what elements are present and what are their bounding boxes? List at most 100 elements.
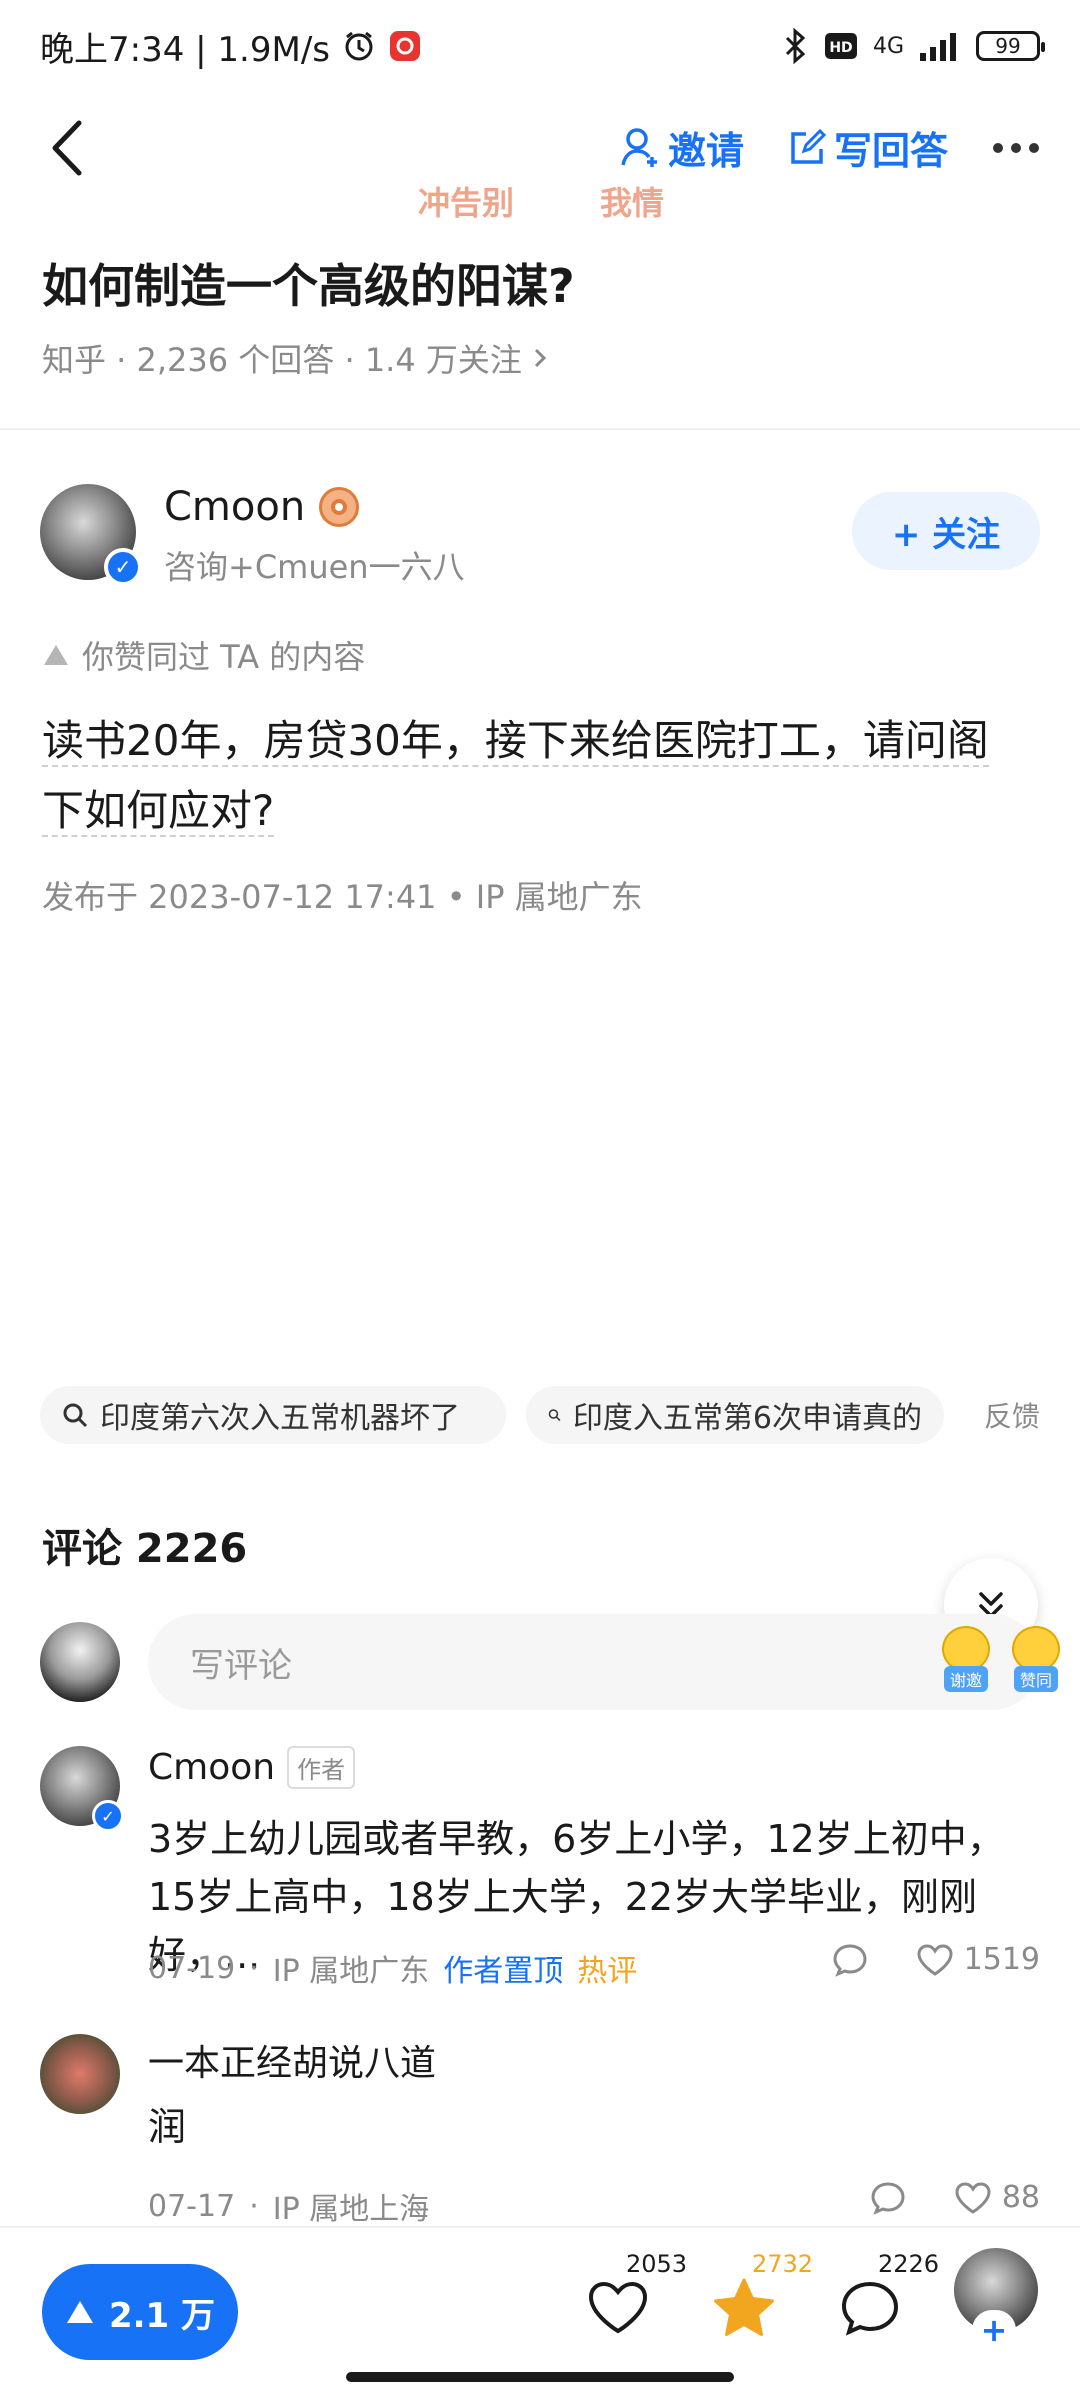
search-icon: [548, 1409, 561, 1421]
triangle-upvote-icon: [44, 645, 68, 665]
comment-date: 07-17: [148, 2188, 236, 2224]
like-count: 1519: [963, 1942, 1040, 1977]
netease-music-icon: [388, 29, 422, 63]
author-tag: 作者: [287, 1746, 356, 1789]
upvote-triangle-icon: [66, 2301, 93, 2323]
search-chip[interactable]: 印度入五常第6次申请真的: [526, 1386, 944, 1444]
write-answer-label: 写回答: [833, 129, 948, 173]
author-description: 咨询+Cmuen一六八: [164, 548, 465, 586]
comment-actions: 1519: [832, 1942, 1040, 1977]
search-chip-label: 印度入五常第6次申请真的: [572, 1401, 922, 1436]
plus-icon: +: [972, 2310, 1016, 2350]
meta-separator: ·: [249, 2188, 259, 2224]
comment-text[interactable]: 润: [148, 2098, 1040, 2156]
like-button[interactable]: 88: [954, 2180, 1040, 2215]
svg-text:HD: HD: [829, 40, 852, 56]
hot-label: 热评: [577, 1954, 638, 1989]
feedback-link[interactable]: 反馈: [984, 1395, 1040, 1435]
comment-avatar[interactable]: [40, 2034, 120, 2114]
question-title[interactable]: 如何制造一个高级的阳谋?: [42, 250, 575, 316]
more-dots-icon: [993, 142, 1039, 153]
status-bar: 晚上7:34 | 1.9M/s HD 4G 99: [0, 0, 1080, 92]
emoji-tag: 谢邀: [943, 1666, 988, 1692]
battery-icon: 99: [976, 31, 1045, 61]
author-name-row[interactable]: Cmoon: [164, 484, 360, 530]
comment-ip: IP 属地广东: [272, 1954, 430, 1989]
verified-badge-icon: ✓: [104, 548, 142, 586]
question-meta-text: 知乎 · 2,236 个回答 · 1.4 万关注: [42, 341, 522, 379]
upvote-button[interactable]: 2.1 万: [42, 2264, 238, 2360]
comments-title: 评论 2226: [42, 1526, 248, 1572]
comment-ip: IP 属地上海: [272, 2192, 430, 2227]
comment-input-row: 写评论 谢邀 赞同: [40, 1614, 1060, 1710]
author-avatar[interactable]: ✓: [40, 484, 142, 586]
comment-count: 2226: [878, 2250, 940, 2278]
eye-badge-icon: [319, 487, 360, 527]
author-avatar-follow[interactable]: +: [954, 2248, 1038, 2350]
search-chip-label: 印度第六次入五常机器坏了: [100, 1401, 460, 1436]
comment-author-name[interactable]: 一本正经胡说八道: [148, 2034, 436, 2086]
liked-note-text: 你赞同过 TA 的内容: [82, 638, 366, 676]
upvote-count: 2.1 万: [108, 2295, 216, 2336]
comment-name-row: Cmoon 作者: [148, 1746, 356, 1789]
back-button[interactable]: [36, 118, 96, 178]
like-button[interactable]: 2053: [578, 2250, 687, 2348]
comment-meta: 07-19 · IP 属地广东 作者置顶 热评: [148, 1946, 637, 1990]
heart-icon: [588, 2281, 648, 2334]
network-type: 4G: [872, 33, 904, 59]
reply-bubble-icon[interactable]: [832, 1943, 868, 1977]
hd-icon: HD: [824, 33, 857, 59]
like-count: 2053: [626, 2250, 688, 2278]
verified-badge-icon: ✓: [92, 1800, 124, 1832]
emoji-tag: 赞同: [1013, 1666, 1058, 1692]
status-right: HD 4G 99: [781, 28, 1045, 64]
status-left: 晚上7:34 | 1.9M/s: [40, 22, 422, 71]
write-answer-button[interactable]: 写回答: [788, 120, 948, 175]
answer-body: 读书20年，房贷30年，接下来给医院打工，请问阁下如何应对?: [42, 706, 1022, 846]
section-divider: [0, 428, 1080, 430]
status-time-speed: 晚上7:34 | 1.9M/s: [40, 29, 330, 70]
comment-author-name[interactable]: Cmoon: [148, 1747, 275, 1788]
publish-info: 发布于 2023-07-12 17:41 • IP 属地广东: [42, 878, 643, 916]
like-count: 88: [1001, 2180, 1040, 2215]
comment-date: 07-19: [148, 1950, 236, 1986]
signal-icon: [920, 31, 960, 61]
ticker-text-left: 冲告别: [418, 184, 515, 222]
comment-input-placeholder: 写评论: [190, 1645, 292, 1686]
follow-button[interactable]: + 关注: [852, 492, 1040, 570]
favorite-button[interactable]: 2732: [704, 2250, 813, 2348]
comment-actions: 88: [870, 2180, 1040, 2215]
search-chip[interactable]: 印度第六次入五常机器坏了: [40, 1386, 506, 1444]
invite-button[interactable]: 邀请: [620, 120, 744, 175]
star-icon: [714, 2278, 774, 2336]
comment-meta: 07-17 · IP 属地上海: [148, 2184, 429, 2228]
heart-icon: [955, 2181, 991, 2214]
comment-bubble-icon: [841, 2281, 899, 2336]
alarm-icon: [342, 29, 376, 63]
heart-icon: [917, 1943, 953, 1976]
nav-actions: 邀请 写回答: [620, 120, 1040, 175]
more-button[interactable]: [992, 142, 1040, 154]
pinned-label: 作者置顶: [443, 1954, 564, 1989]
liked-note: 你赞同过 TA 的内容: [42, 632, 365, 678]
comment-name-row: 一本正经胡说八道: [148, 2034, 436, 2086]
nav-bar: 邀请 写回答: [0, 100, 1080, 200]
edit-icon: [791, 128, 826, 164]
thanks-invite-emoji-icon[interactable]: 谢邀: [938, 1626, 994, 1692]
reply-bubble-icon[interactable]: [870, 2181, 906, 2215]
chevron-right-icon: [534, 348, 547, 368]
meta-separator: ·: [249, 1950, 259, 1986]
ticker-text-right: 我情: [600, 184, 665, 222]
comment-input[interactable]: 写评论 谢邀 赞同: [148, 1614, 1060, 1710]
agree-emoji-icon[interactable]: 赞同: [1008, 1626, 1064, 1692]
answer-text: 读书20年，房贷30年，接下来给医院打工，请问阁下如何应对?: [42, 716, 989, 837]
like-button[interactable]: 1519: [916, 1942, 1040, 1977]
author-name: Cmoon: [164, 484, 306, 530]
back-arrow-icon: [52, 120, 82, 176]
my-avatar[interactable]: [40, 1622, 120, 1702]
search-icon: [63, 1403, 88, 1428]
question-meta[interactable]: 知乎 · 2,236 个回答 · 1.4 万关注: [42, 335, 548, 381]
home-indicator[interactable]: [346, 2372, 734, 2382]
related-searches: 印度第六次入五常机器坏了 印度入五常第6次申请真的 反馈: [40, 1386, 1040, 1444]
comment-button[interactable]: 2226: [830, 2250, 939, 2348]
